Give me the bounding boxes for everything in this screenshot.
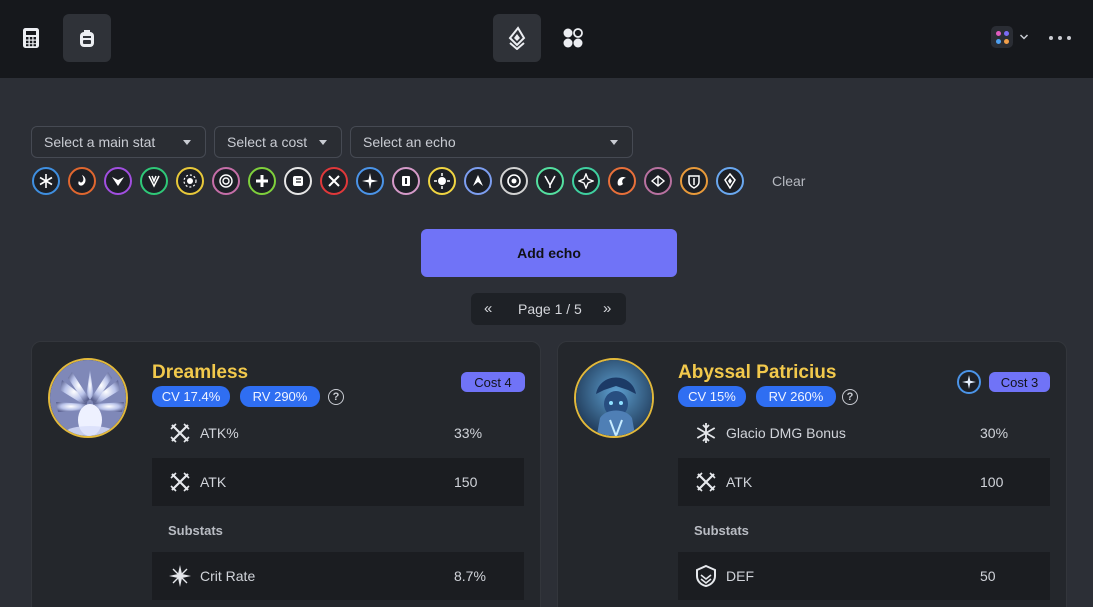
stat-label: DEF xyxy=(726,568,754,584)
page-label: Page 1 / 5 xyxy=(518,301,582,317)
apps-button[interactable] xyxy=(549,14,597,62)
badge-dot xyxy=(995,38,1001,44)
help-icon[interactable]: ? xyxy=(842,389,858,405)
midnight-veil-set-icon[interactable] xyxy=(428,167,456,195)
frosty-resolve-set-icon xyxy=(957,370,981,394)
main-stat-row: ATK 150 xyxy=(152,458,524,506)
cost-badge: Cost 4 xyxy=(461,372,525,392)
next-page-button[interactable]: » xyxy=(603,300,611,317)
top-bar xyxy=(0,0,1093,78)
clear-filters-button[interactable]: Clear xyxy=(772,173,805,189)
freezing-frost-set-icon[interactable] xyxy=(32,167,60,195)
stat-value: 150 xyxy=(454,474,478,490)
stat-label: Glacio DMG Bonus xyxy=(726,425,846,441)
eternal-radiance-set-icon[interactable] xyxy=(392,167,420,195)
prev-page-button[interactable]: « xyxy=(484,300,492,317)
help-icon[interactable]: ? xyxy=(328,389,344,405)
sun-sinking-eclipse-set-icon[interactable] xyxy=(212,167,240,195)
calculator-button[interactable] xyxy=(7,14,55,62)
main-stat-row: ATK 100 xyxy=(678,458,1050,506)
backpack-icon xyxy=(80,30,94,47)
echo-name: Dreamless xyxy=(152,362,249,383)
moonlit-clouds-set-icon[interactable] xyxy=(284,167,312,195)
main-stat-row: Glacio DMG Bonus 30% xyxy=(678,409,1050,457)
stat-label: Crit Rate xyxy=(200,568,256,584)
rv-badge: RV 260% xyxy=(756,386,836,407)
echo-avatar xyxy=(574,358,654,438)
gusts-of-welkin-set-icon[interactable] xyxy=(536,167,564,195)
law-of-harmony-set-icon[interactable] xyxy=(716,167,744,195)
echo-placeholder: Select an echo xyxy=(363,134,456,150)
echo-select[interactable]: Select an echo xyxy=(350,126,633,158)
windward-pilgrimage-set-icon[interactable] xyxy=(572,167,600,195)
calculator-icon xyxy=(23,28,39,48)
app-badge-icon xyxy=(991,26,1013,48)
stat-value: 8.7% xyxy=(454,568,486,584)
echo-logo-icon xyxy=(508,26,526,50)
substat-row: DEF 50 xyxy=(678,552,1050,600)
frosty-resolve-set-icon[interactable] xyxy=(356,167,384,195)
stat-label: ATK% xyxy=(200,425,239,441)
crown-of-valor-set-icon[interactable] xyxy=(680,167,708,195)
crit-star-icon xyxy=(169,565,191,587)
glacio-snowflake-icon xyxy=(696,423,716,443)
celestial-light-set-icon[interactable] xyxy=(176,167,204,195)
echo-name: Abyssal Patricius xyxy=(678,362,837,383)
pagination: « Page 1 / 5 » xyxy=(471,293,626,325)
void-thunder-set-icon[interactable] xyxy=(104,167,132,195)
more-options-icon[interactable] xyxy=(1049,28,1071,48)
rv-badge: RV 290% xyxy=(240,386,320,407)
stat-value: 50 xyxy=(980,568,996,584)
substat-row: Crit Rate 8.7% xyxy=(152,552,524,600)
badge-dot xyxy=(1003,30,1009,36)
grid-apps-icon xyxy=(563,28,583,48)
lingering-tunes-set-icon[interactable] xyxy=(320,167,348,195)
flaming-clawprint-set-icon[interactable] xyxy=(608,167,636,195)
echo-card[interactable]: Dreamless CV 17.4% RV 290% ? Cost 4 ATK%… xyxy=(31,341,541,607)
tidebreaking-courage-set-icon[interactable] xyxy=(500,167,528,195)
echo-builder-button[interactable] xyxy=(493,14,541,62)
atk-swords-icon xyxy=(170,423,190,443)
cost-placeholder: Select a cost xyxy=(227,134,308,150)
echo-avatar xyxy=(48,358,128,438)
def-shield-icon xyxy=(696,564,716,588)
badge-dot xyxy=(995,30,1001,36)
atk-swords-icon xyxy=(696,472,716,492)
sierra-gale-set-icon[interactable] xyxy=(140,167,168,195)
abyssal-patricius-portrait-icon xyxy=(576,360,652,436)
stat-value: 100 xyxy=(980,474,1004,490)
stat-value: 33% xyxy=(454,425,483,441)
molten-rift-set-icon[interactable] xyxy=(68,167,96,195)
empyrean-anthem-set-icon[interactable] xyxy=(464,167,492,195)
caret-down-icon xyxy=(610,140,618,145)
cost-select[interactable]: Select a cost xyxy=(214,126,342,158)
cost-badge: Cost 3 xyxy=(989,372,1050,392)
add-echo-button[interactable]: Add echo xyxy=(421,229,677,277)
backpack-button[interactable] xyxy=(63,14,111,62)
substats-heading: Substats xyxy=(694,523,749,538)
main-stat-row: ATK% 33% xyxy=(152,409,524,457)
echo-card[interactable]: Abyssal Patricius CV 15% RV 260% ? Cost … xyxy=(557,341,1067,607)
substats-heading: Substats xyxy=(168,523,223,538)
rejuvenating-glow-set-icon[interactable] xyxy=(248,167,276,195)
main-stat-placeholder: Select a main stat xyxy=(44,134,156,150)
dreamless-portrait-icon xyxy=(50,360,126,436)
stat-label: ATK xyxy=(200,474,227,490)
chevron-down-icon xyxy=(1019,34,1029,40)
caret-down-icon xyxy=(319,140,327,145)
dream-of-the-lost-set-icon[interactable] xyxy=(644,167,672,195)
caret-down-icon xyxy=(183,140,191,145)
app-switcher[interactable] xyxy=(991,26,1029,48)
stat-value: 30% xyxy=(980,425,1009,441)
cv-badge: CV 17.4% xyxy=(152,386,230,407)
stat-label: ATK xyxy=(726,474,753,490)
badge-dot xyxy=(1003,38,1009,44)
atk-swords-icon xyxy=(170,472,190,492)
cv-badge: CV 15% xyxy=(678,386,746,407)
main-stat-select[interactable]: Select a main stat xyxy=(31,126,206,158)
